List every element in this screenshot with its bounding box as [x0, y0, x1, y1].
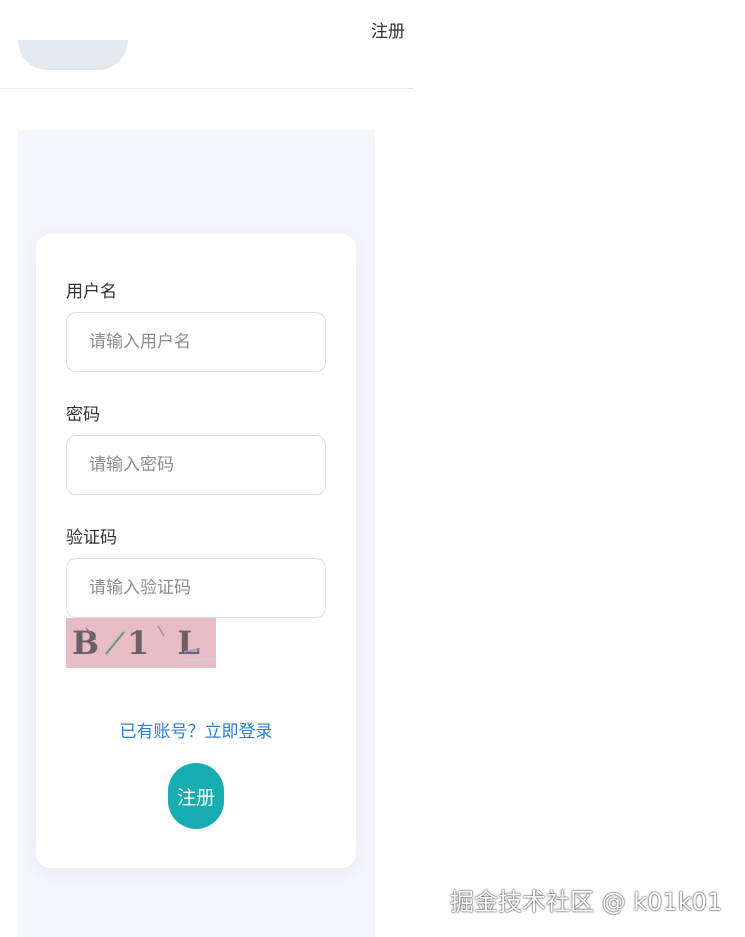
register-card: 用户名 密码 验证码 B1LG 已有账号？立即登录 注册: [36, 234, 356, 868]
captcha-label: 验证码: [66, 528, 117, 548]
username-label: 用户名: [66, 282, 117, 302]
login-link[interactable]: 已有账号？立即登录: [36, 717, 356, 742]
password-input[interactable]: [66, 435, 326, 495]
captcha-image[interactable]: B1LG: [66, 618, 216, 668]
header-register-link[interactable]: 注册: [371, 17, 405, 42]
password-label: 密码: [66, 405, 100, 425]
captcha-noise: [85, 625, 215, 661]
username-input[interactable]: [66, 312, 326, 372]
watermark: 掘金技术社区 @ k01k01: [450, 888, 723, 916]
top-bar: 注册: [0, 0, 414, 89]
register-button[interactable]: 注册: [168, 763, 224, 829]
captcha-input[interactable]: [66, 558, 326, 618]
header-decoration: [18, 40, 128, 70]
